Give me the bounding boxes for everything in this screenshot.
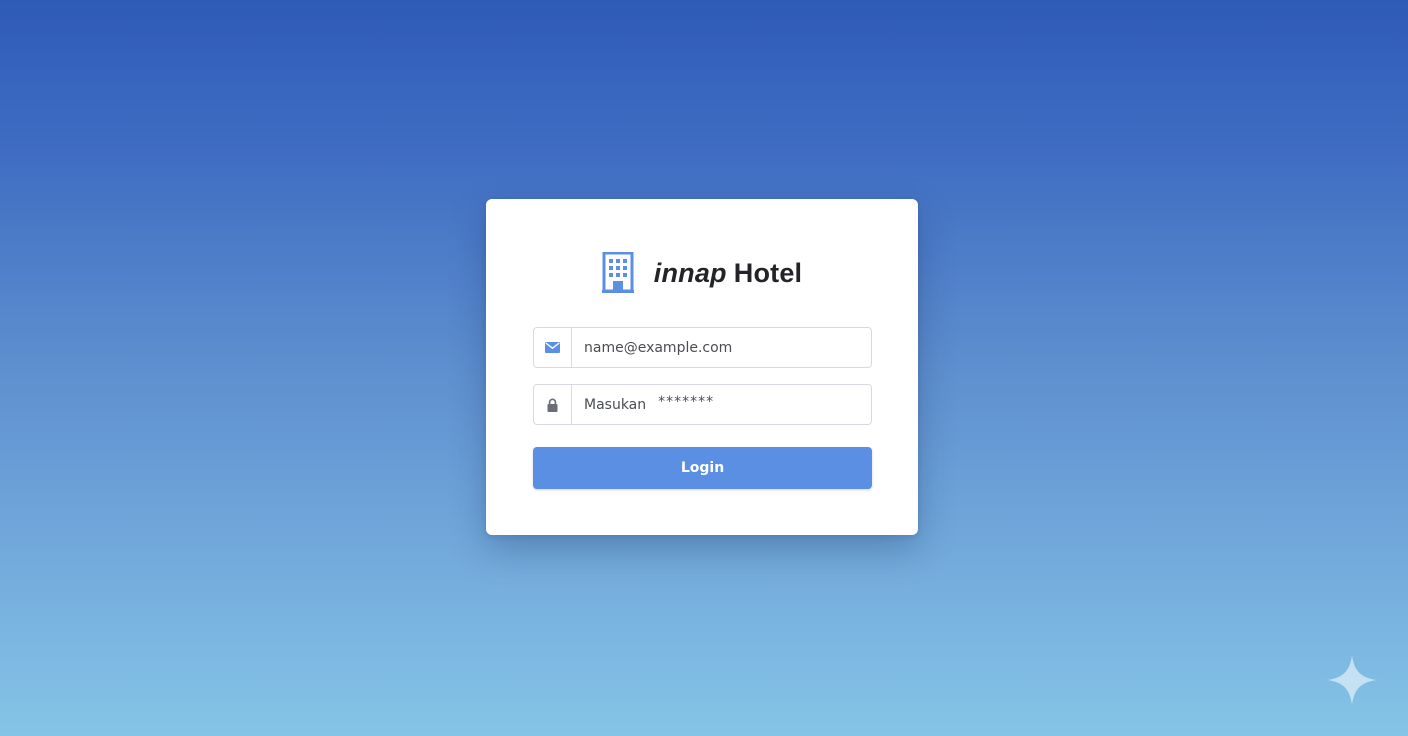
password-input[interactable]: Masukan ******* xyxy=(572,385,871,424)
hotel-building-icon xyxy=(601,252,634,293)
brand-name-rest: Hotel xyxy=(733,257,803,288)
sparkle-icon xyxy=(1327,655,1377,705)
login-card: innapHotel Masukan ******* Login xyxy=(486,199,918,535)
brand-name: innap Hotel xyxy=(654,258,803,289)
email-input[interactable] xyxy=(572,329,871,366)
password-label: Masukan xyxy=(584,396,647,413)
password-field-group: Masukan ******* xyxy=(533,384,872,425)
envelope-icon xyxy=(534,328,572,367)
brand-header: innap Hotel xyxy=(486,249,918,297)
email-field-group xyxy=(533,327,872,368)
brand-name-italic: innap xyxy=(653,257,727,288)
login-button[interactable]: Login xyxy=(533,447,872,489)
password-mask: ******* xyxy=(658,393,715,410)
lock-icon xyxy=(534,385,572,424)
